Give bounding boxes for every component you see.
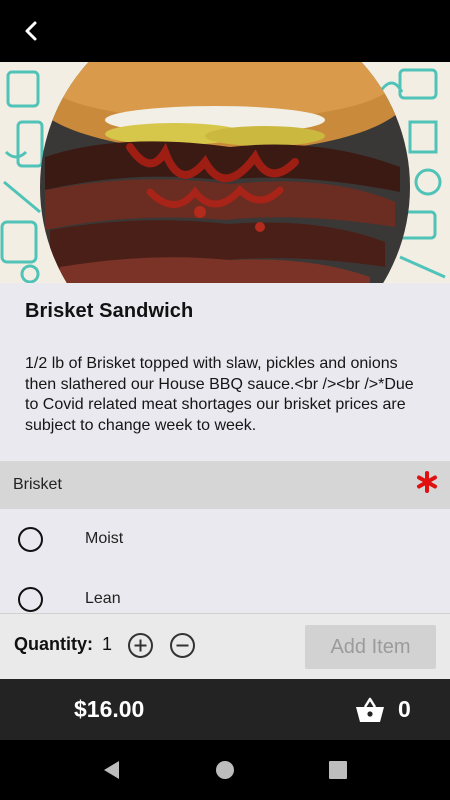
cart-count: 0	[398, 696, 411, 722]
add-item-button[interactable]: Add Item	[305, 625, 436, 669]
radio-button[interactable]	[18, 527, 43, 552]
product-image	[0, 62, 450, 283]
triangle-back-icon[interactable]	[100, 758, 124, 782]
option-moist[interactable]: Moist	[0, 511, 450, 571]
total-price: $16.00	[74, 696, 145, 722]
minus-circle-icon[interactable]	[169, 632, 196, 659]
item-title: Brisket Sandwich	[25, 300, 194, 322]
system-nav-bar	[0, 740, 450, 800]
square-recents-icon[interactable]	[326, 758, 350, 782]
option-label: Lean	[85, 590, 121, 607]
option-group-header: Brisket	[0, 461, 450, 509]
quantity-bar: Quantity: 1 Add Item	[0, 613, 450, 679]
item-description: 1/2 lb of Brisket topped with slaw, pick…	[25, 355, 414, 434]
back-button[interactable]	[14, 14, 48, 48]
plus-circle-icon[interactable]	[127, 632, 154, 659]
option-label: Moist	[85, 530, 124, 547]
order-summary-bar: $16.00 0	[0, 679, 450, 740]
option-group-label: Brisket	[13, 476, 62, 493]
shopping-basket-icon[interactable]	[355, 696, 385, 724]
chevron-left-icon	[25, 21, 37, 41]
radio-button[interactable]	[18, 587, 43, 612]
circle-home-icon[interactable]	[213, 758, 237, 782]
item-details: Brisket Sandwich 1/2 lb of Brisket toppe…	[0, 283, 450, 613]
quantity-label: Quantity:	[14, 634, 93, 654]
required-asterisk-icon	[417, 471, 437, 493]
app-bar	[0, 0, 450, 62]
quantity-value: 1	[102, 634, 113, 654]
option-lean[interactable]: Lean	[0, 571, 450, 613]
